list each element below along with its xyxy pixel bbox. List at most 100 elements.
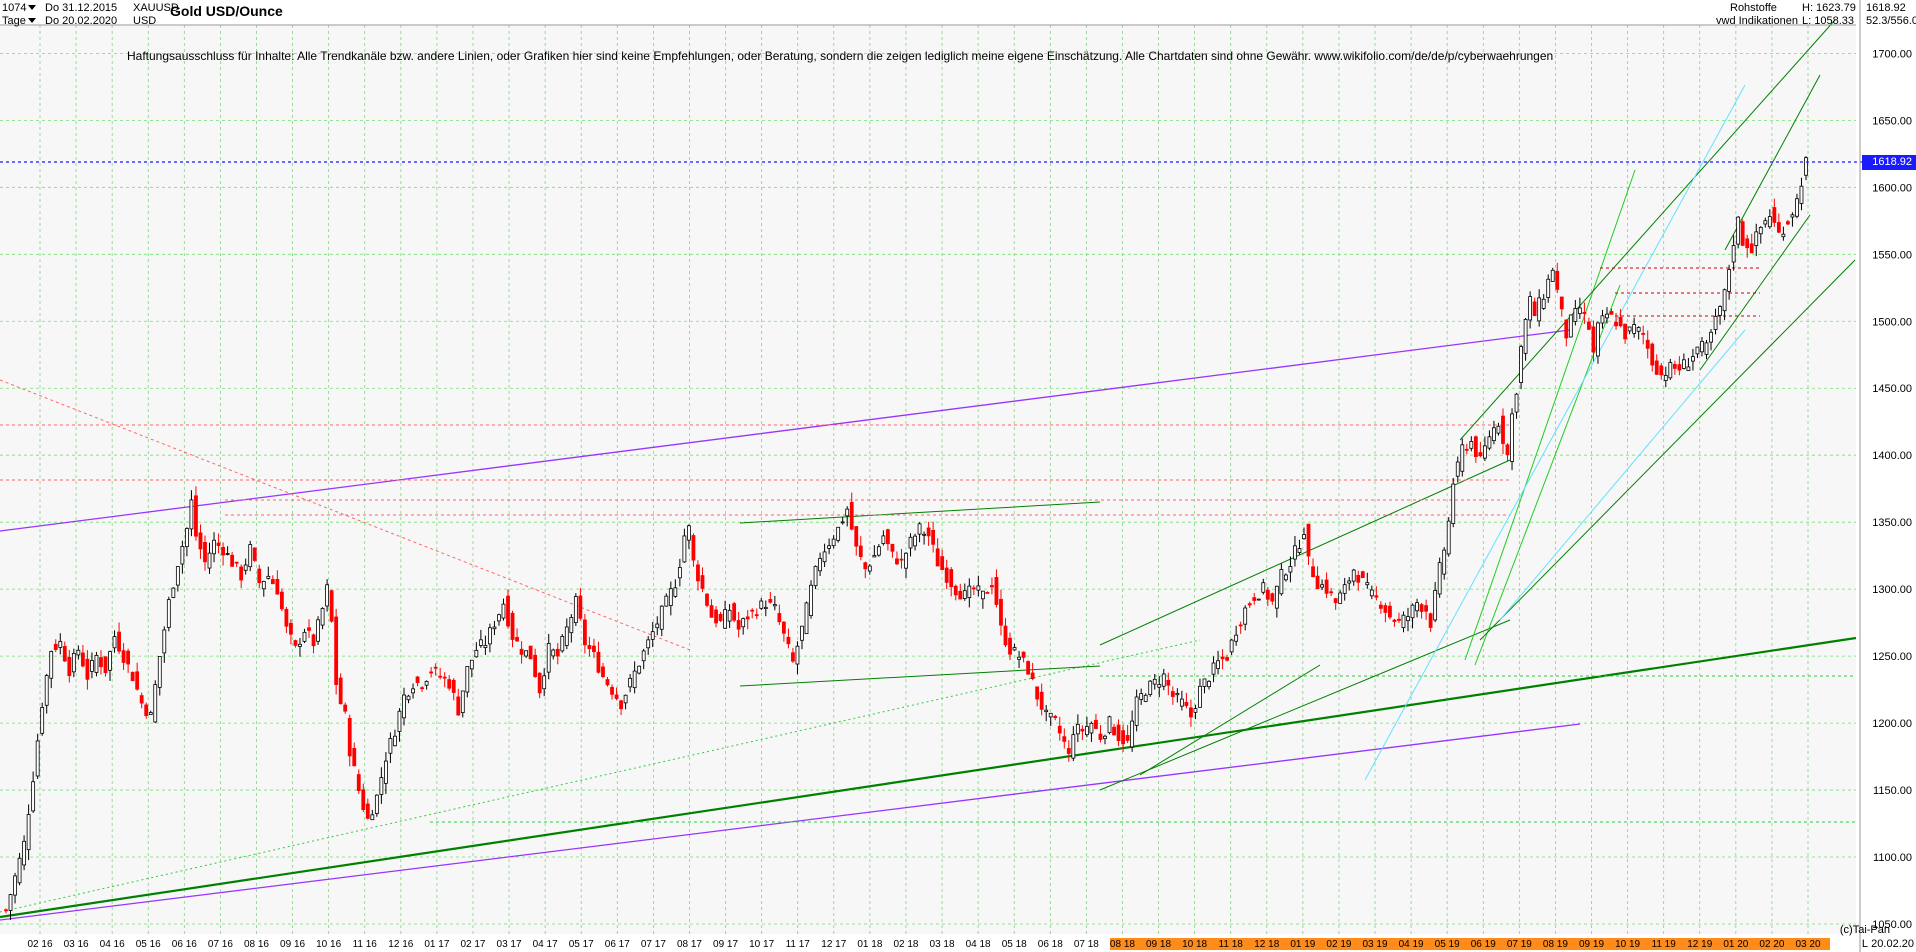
x-tick-label: 05 19 xyxy=(1435,939,1460,950)
x-tick-label: 08 18 xyxy=(1110,939,1135,950)
chevron-down-icon[interactable] xyxy=(28,5,37,11)
x-tick-label: 08 19 xyxy=(1543,939,1568,950)
candle xyxy=(1519,344,1523,390)
last-value: 1618.92 xyxy=(1866,2,1906,14)
candle xyxy=(560,634,565,653)
x-tick-label: 03 16 xyxy=(64,939,89,950)
candle xyxy=(732,601,737,623)
x-tick-label: 10 18 xyxy=(1182,939,1207,950)
y-tick-label: 1700.00 xyxy=(1872,48,1912,60)
x-tick-label: 04 16 xyxy=(100,939,125,950)
candle xyxy=(813,565,818,590)
x-tick-label: 12 17 xyxy=(821,939,846,950)
candle xyxy=(1451,477,1456,528)
to-date: Do 20.02.2020 xyxy=(45,15,118,27)
y-tick-label: 1350.00 xyxy=(1872,517,1912,529)
category: Rohstoffe xyxy=(1730,2,1777,14)
x-tick-label: 03 18 xyxy=(930,939,955,950)
candle xyxy=(573,593,578,626)
y-tick-label: 1450.00 xyxy=(1872,383,1912,395)
x-tick-label: 11 17 xyxy=(786,939,811,950)
ratio-value: 52.3/556.0 xyxy=(1866,15,1916,27)
y-tick-label: 1550.00 xyxy=(1872,249,1912,261)
bar-count[interactable]: 1074 xyxy=(2,2,39,15)
candle xyxy=(637,665,642,675)
x-tick-label: 06 16 xyxy=(172,939,197,950)
x-tick-label: 01 18 xyxy=(857,939,882,950)
candle xyxy=(279,588,284,612)
candle xyxy=(804,601,809,635)
x-tick-label: 11 16 xyxy=(353,939,378,950)
current-price-label: 1618.92 xyxy=(1862,154,1916,170)
candle xyxy=(836,526,841,543)
candle xyxy=(334,608,339,695)
candle xyxy=(153,680,158,724)
from-date: Do 31.12.2015 xyxy=(45,2,118,14)
candle xyxy=(1510,408,1514,471)
candle xyxy=(1740,219,1745,247)
x-tick-label: 03 19 xyxy=(1363,939,1388,950)
candle xyxy=(1360,570,1365,579)
candle xyxy=(338,673,343,705)
candle xyxy=(809,580,813,619)
candle xyxy=(705,592,709,608)
x-tick-label: 07 18 xyxy=(1074,939,1099,950)
candle xyxy=(40,702,45,736)
chart-title: Gold USD/Ounce xyxy=(170,3,283,19)
candle xyxy=(171,587,176,599)
candle xyxy=(1256,598,1261,601)
x-tick-label: 08 17 xyxy=(677,939,702,950)
period-value: Tage xyxy=(2,15,26,27)
candle xyxy=(1437,557,1442,598)
x-tick-label: 04 18 xyxy=(966,939,991,950)
x-tick-label: 10 17 xyxy=(749,939,774,950)
candle xyxy=(1568,314,1573,338)
x-tick-label: 10 16 xyxy=(316,939,341,950)
chevron-down-icon[interactable] xyxy=(27,18,36,24)
x-tick-label: 01 19 xyxy=(1290,939,1315,950)
x-tick-label: 08 16 xyxy=(244,939,269,950)
candle xyxy=(1107,715,1112,735)
y-tick-label: 1400.00 xyxy=(1872,450,1912,462)
candle xyxy=(166,596,171,632)
candle xyxy=(248,540,253,572)
period-select[interactable]: Tage xyxy=(2,15,39,28)
log-scale-toggle[interactable]: L xyxy=(1862,938,1868,950)
y-tick-label: 1300.00 xyxy=(1872,584,1912,596)
end-date: 20.02.20 xyxy=(1871,938,1914,950)
candle xyxy=(329,589,334,623)
x-tick-label: 03 17 xyxy=(497,939,522,950)
candle xyxy=(130,671,135,682)
x-tick-label: 07 16 xyxy=(208,939,233,950)
y-tick-label: 1600.00 xyxy=(1872,182,1912,194)
x-tick-label: 12 18 xyxy=(1254,939,1279,950)
x-tick-label: 02 18 xyxy=(893,939,918,950)
x-tick-label: 06 19 xyxy=(1471,939,1496,950)
currency: USD xyxy=(133,15,157,27)
x-tick-label: 04 17 xyxy=(533,939,558,950)
candle xyxy=(252,547,257,563)
x-tick-label: 02 19 xyxy=(1326,939,1351,950)
x-tick-label: 04 19 xyxy=(1399,939,1424,950)
x-tick-label: 06 17 xyxy=(605,939,630,950)
candle xyxy=(94,651,99,677)
x-tick-label: 09 16 xyxy=(280,939,305,950)
y-tick-label: 1200.00 xyxy=(1872,718,1912,730)
y-tick-label: 1250.00 xyxy=(1872,651,1912,663)
candle xyxy=(1026,660,1031,675)
candle xyxy=(1736,216,1741,249)
y-tick-label: 1650.00 xyxy=(1872,115,1912,127)
candle xyxy=(1446,517,1451,557)
x-tick-label: 12 16 xyxy=(388,939,413,950)
candle xyxy=(316,616,320,645)
candle xyxy=(374,794,379,817)
y-tick-label: 1500.00 xyxy=(1872,316,1912,328)
x-tick-label: 02 17 xyxy=(460,939,485,950)
data-source: vwd Indikationen xyxy=(1716,15,1798,27)
high-value: H: 1623.79 xyxy=(1802,2,1856,14)
x-tick-label: 06 18 xyxy=(1038,939,1063,950)
price-axis: 1050.001100.001150.001200.001250.001300.… xyxy=(1872,48,1912,931)
x-tick-label: 05 16 xyxy=(136,939,161,950)
x-tick-label: 02 20 xyxy=(1759,939,1784,950)
x-tick-label: 07 17 xyxy=(641,939,666,950)
